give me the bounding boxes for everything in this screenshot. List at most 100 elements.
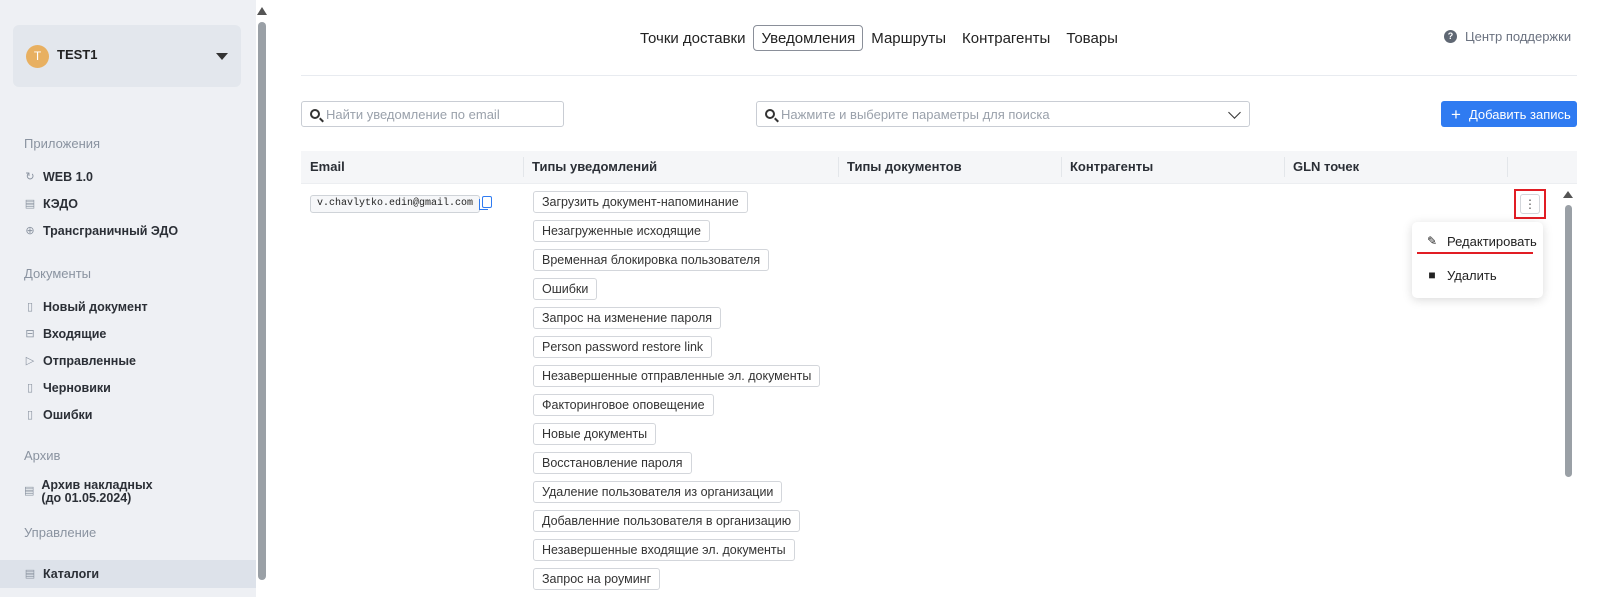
sidebar-item-label: Черновики	[43, 381, 111, 395]
caret-down-icon	[216, 53, 228, 60]
top-navigation: Точки доставки Уведомления Маршруты Конт…	[632, 25, 1126, 51]
help-icon: ?	[1444, 30, 1457, 43]
error-document-icon: ▯	[26, 409, 34, 421]
more-vertical-icon[interactable]: ⋮	[1520, 194, 1540, 214]
tab-notifications[interactable]: Уведомления	[753, 25, 864, 51]
scrollbar-thumb[interactable]	[1565, 205, 1572, 477]
email-search-box	[301, 101, 564, 127]
column-header-counterparties[interactable]: Контрагенты	[1070, 151, 1153, 183]
column-header-gln[interactable]: GLN точек	[1293, 151, 1359, 183]
sidebar-item-inbox[interactable]: ⊟ Входящие	[24, 324, 106, 344]
notification-type-tag: Незавершенные отправленные эл. документы	[533, 365, 821, 387]
sidebar-item-label: Отправленные	[43, 354, 136, 368]
email-search-input[interactable]	[326, 102, 556, 126]
search-icon	[765, 109, 775, 119]
sidebar-scrollbar[interactable]	[256, 0, 268, 597]
sidebar-item-sent[interactable]: ▷ Отправленные	[24, 351, 136, 371]
params-search-input[interactable]	[781, 102, 1221, 126]
notification-type-tag: Запрос на изменение пароля	[533, 307, 722, 329]
content-scrollbar[interactable]	[1562, 188, 1574, 597]
sidebar-item-label: WEB 1.0	[43, 170, 94, 184]
sidebar-item-label: Архив накладных (до 01.05.2024)	[41, 478, 153, 505]
menu-item-delete[interactable]: ■ Удалить	[1426, 264, 1497, 286]
copy-icon[interactable]	[479, 196, 492, 210]
sidebar-item-crossborder-edo[interactable]: ⊕ Трансграничный ЭДО	[24, 221, 178, 241]
sidebar-item-label: КЭДО	[43, 197, 78, 211]
refresh-icon: ↻	[25, 171, 35, 183]
globe-icon: ⊕	[25, 225, 35, 237]
notification-type-tag: Добавленние пользователя в организацию	[533, 510, 801, 532]
notification-type-tag: Новые документы	[533, 423, 657, 445]
sidebar-item-archive-invoices[interactable]: ▤ Архив накладных (до 01.05.2024)	[24, 479, 164, 511]
section-title-archive: Архив	[24, 448, 61, 463]
column-divider	[523, 157, 524, 177]
section-title-management: Управление	[24, 525, 97, 540]
divider	[301, 75, 1577, 76]
notification-type-tag: Факторинговое оповещение	[533, 394, 714, 416]
org-switcher[interactable]: T TEST1	[13, 25, 241, 87]
support-center-link[interactable]: ? Центр поддержки	[1444, 29, 1571, 44]
sidebar-item-drafts[interactable]: ▯ Черновики	[24, 378, 111, 398]
column-header-document-types[interactable]: Типы документов	[847, 151, 962, 183]
notification-type-tag: Ошибки	[533, 278, 598, 300]
row-actions-highlight: ⋮	[1514, 189, 1546, 219]
params-search-box[interactable]	[756, 101, 1250, 127]
notification-type-tag: Загрузить документ-напоминание	[533, 191, 748, 213]
notification-type-tag: Незавершенные входящие эл. документы	[533, 539, 795, 561]
sidebar-item-errors[interactable]: ▯ Ошибки	[24, 405, 93, 425]
plus-icon: +	[1451, 104, 1461, 124]
chevron-down-icon[interactable]	[1228, 106, 1241, 119]
column-header-email[interactable]: Email	[310, 151, 345, 183]
column-divider	[1061, 157, 1062, 177]
menu-item-label: Редактировать	[1447, 233, 1537, 249]
column-header-notification-types[interactable]: Типы уведомлений	[532, 151, 657, 183]
add-record-label: Добавить запись	[1468, 106, 1571, 122]
edit-highlight-underline	[1417, 252, 1533, 254]
search-icon	[310, 109, 320, 119]
draft-icon: ▯	[26, 382, 34, 394]
org-avatar: T	[26, 45, 49, 68]
notification-type-tag: Временная блокировка пользователя	[533, 249, 770, 271]
notification-type-tag: Восстановление пароля	[533, 452, 692, 474]
sidebar-item-label: Новый документ	[43, 300, 148, 314]
scroll-up-arrow-icon[interactable]	[1563, 191, 1573, 198]
inbox-icon: ⊟	[25, 328, 35, 340]
new-document-icon: ▯	[26, 301, 34, 313]
sidebar-item-kedo[interactable]: ▤ КЭДО	[24, 194, 78, 214]
sidebar-item-catalogs[interactable]: ▤ Каталоги	[24, 564, 99, 584]
divider	[301, 183, 1577, 184]
section-title-apps: Приложения	[24, 136, 101, 151]
notification-type-tag: Запрос на роуминг	[533, 568, 661, 590]
notification-type-tag: Person password restore link	[533, 336, 713, 358]
row-email: v.chavlytko.edin@gmail.com	[310, 195, 481, 213]
tab-counterparties[interactable]: Контрагенты	[954, 25, 1058, 51]
scroll-up-arrow-icon[interactable]	[257, 7, 267, 15]
table-header: Email Типы уведомлений Типы документов К…	[301, 151, 1577, 183]
pencil-icon: ✎	[1426, 234, 1438, 248]
row-actions-menu: ✎ Редактировать ■ Удалить	[1412, 222, 1543, 298]
notification-type-tag: Удаление пользователя из организации	[533, 481, 783, 503]
scrollbar-thumb[interactable]	[258, 22, 266, 580]
tab-routes[interactable]: Маршруты	[863, 25, 954, 51]
column-divider	[838, 157, 839, 177]
support-label: Центр поддержки	[1465, 29, 1572, 44]
sidebar-item-new-document[interactable]: ▯ Новый документ	[24, 297, 148, 317]
tab-goods[interactable]: Товары	[1058, 25, 1126, 51]
sidebar-item-label: Каталоги	[43, 567, 100, 581]
catalog-icon: ▤	[24, 568, 36, 580]
sidebar: T TEST1 Приложения ↻ WEB 1.0 ▤ КЭДО ⊕ Тр…	[0, 0, 256, 597]
org-name: TEST1	[57, 47, 98, 62]
notification-type-tag: Незагруженные исходящие	[533, 220, 710, 242]
sidebar-item-label: Ошибки	[43, 408, 93, 422]
send-icon: ▷	[25, 355, 35, 367]
document-icon: ▤	[24, 198, 36, 210]
add-record-button[interactable]: + Добавить запись	[1441, 101, 1577, 127]
column-divider	[1507, 157, 1508, 177]
menu-item-label: Удалить	[1447, 267, 1497, 283]
trash-icon: ■	[1428, 268, 1436, 282]
menu-item-edit[interactable]: ✎ Редактировать	[1426, 230, 1537, 252]
archive-icon: ▤	[24, 485, 35, 497]
tab-delivery-points[interactable]: Точки доставки	[632, 25, 753, 51]
sidebar-item-web10[interactable]: ↻ WEB 1.0	[24, 167, 93, 187]
sidebar-item-label: Входящие	[43, 327, 107, 341]
